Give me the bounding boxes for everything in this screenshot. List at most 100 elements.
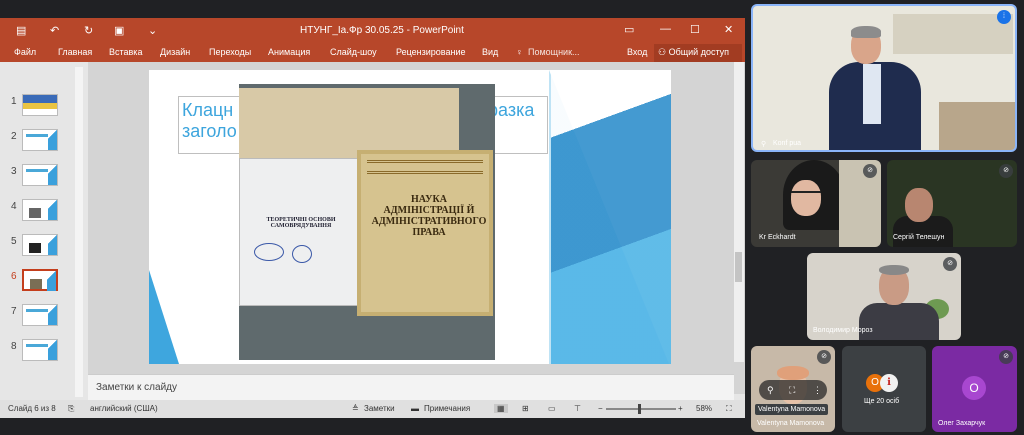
notes-icon: ≜ — [352, 404, 359, 413]
ribbon-display-icon[interactable]: ▭ — [624, 23, 634, 36]
tab-design[interactable]: Дизайн — [160, 47, 190, 57]
zoom-slider[interactable] — [606, 404, 676, 414]
frame-icon[interactable]: ⛶ — [789, 385, 795, 396]
tab-file[interactable]: Файл — [14, 47, 36, 57]
zoom-out-icon[interactable]: − — [598, 404, 603, 413]
stamp — [292, 245, 312, 263]
participant-face — [905, 188, 933, 222]
save-icon[interactable]: ▤ — [16, 24, 26, 37]
main-speaker-tile[interactable]: ⁞ ⚲ Konf pua — [751, 4, 1017, 152]
participant-tile-zakharchuk[interactable]: О ⊘ Олег Захарчук — [932, 346, 1017, 432]
thumbnail-image — [22, 164, 58, 186]
notes-pane[interactable]: Заметки к слайду — [88, 374, 734, 400]
title-bar: ▤ ↶ ↻ ▣ ⌄ НТУНГ_Іа.Фр 30.05.25 - PowerPo… — [0, 18, 745, 44]
spellcheck-icon[interactable]: ⎘ — [68, 404, 74, 414]
more-options-icon[interactable]: ⋮ — [813, 385, 822, 396]
screen: ▤ ↶ ↻ ▣ ⌄ НТУНГ_Іа.Фр 30.05.25 - PowerPo… — [0, 0, 1024, 435]
thumbnail-slide-6[interactable]: 6 — [0, 269, 86, 299]
participant-hair — [879, 265, 909, 275]
glasses — [791, 191, 821, 197]
tab-insert[interactable]: Вставка — [109, 47, 142, 57]
speaker-video — [829, 26, 921, 150]
brown-book: НАУКА АДМІНІСТРАЦІЇ Й АДМІНІСТРАТИВНОГО … — [357, 150, 493, 316]
name-tooltip: Valentyna Mamonova — [755, 404, 829, 415]
participant-name: Valentyna Mamonova — [757, 420, 825, 427]
ornament — [367, 160, 483, 174]
maximize-icon[interactable]: ☐ — [690, 23, 700, 36]
redo-icon[interactable]: ↻ — [84, 24, 93, 37]
share-label: Общий доступ — [668, 47, 730, 57]
thumbnail-image — [22, 234, 58, 256]
zoom-slider-knob[interactable] — [638, 404, 641, 414]
name-part: Kr — [759, 234, 766, 241]
tab-home[interactable]: Главная — [58, 47, 92, 57]
books-photo[interactable]: ТЕОРЕТИЧНІ ОСНОВИ САМОВРЯДУВАННЯ НАУКА А… — [239, 84, 495, 360]
fit-slide-icon[interactable]: ⛶ — [726, 404, 732, 414]
thumbnail-image — [22, 304, 58, 326]
reading-view-icon[interactable]: ▭ — [548, 404, 556, 413]
slide-scrollbar[interactable] — [734, 62, 744, 362]
thumbnail-slide-7[interactable]: 7 — [0, 304, 86, 334]
participant-tile-moroz[interactable]: ⊘ Володимир Мороз — [807, 253, 961, 340]
window-title: НТУНГ_Іа.Фр 30.05.25 - PowerPoint — [300, 25, 464, 36]
thumbnail-number: 7 — [11, 306, 17, 317]
tell-me-search[interactable]: Помощник... — [528, 47, 580, 57]
thumbnail-image — [22, 269, 58, 291]
tab-animations[interactable]: Анимация — [268, 47, 310, 57]
tab-transitions[interactable]: Переходы — [209, 47, 251, 57]
thumbnail-slide-2[interactable]: 2 — [0, 129, 86, 159]
white-book: ТЕОРЕТИЧНІ ОСНОВИ САМОВРЯДУВАННЯ — [239, 158, 361, 306]
thumbnail-slide-1[interactable]: 1 — [0, 94, 86, 124]
minimize-icon[interactable]: — — [660, 23, 671, 35]
tab-review[interactable]: Рецензирование — [396, 47, 466, 57]
brown-book-title: НАУКА АДМІНІСТРАЦІЇ Й АДМІНІСТРАТИВНОГО … — [371, 194, 487, 238]
pin-icon[interactable]: ⚲ — [767, 385, 774, 396]
pin-icon: ⚲ — [761, 141, 767, 148]
comments-icon: ▬ — [411, 404, 419, 413]
ribbon-tabs: Файл Главная Вставка Дизайн Переходы Ани… — [0, 44, 745, 62]
thumbnail-slide-8[interactable]: 8 — [0, 339, 86, 369]
language-indicator[interactable]: английский (США) — [90, 404, 158, 413]
participant-tile-mamonova[interactable]: ⊘ ⚲ ⛶ ⋮ Valentyna Mamonova Valentyna Mam… — [751, 346, 835, 432]
participant-video — [859, 303, 939, 340]
podium — [939, 102, 1015, 150]
slideshow-start-icon[interactable]: ▣ — [114, 24, 124, 37]
title-line-1: Клацн — [182, 100, 234, 120]
stamp — [254, 243, 284, 261]
slide-sorter-icon[interactable]: ⊞ — [522, 404, 529, 413]
thumbnail-slide-4[interactable]: 4 — [0, 199, 86, 229]
thumbnails-scrollbar[interactable] — [75, 67, 83, 397]
undo-icon[interactable]: ↶ — [50, 24, 59, 37]
close-icon[interactable]: ✕ — [724, 23, 733, 36]
thumbnail-number: 1 — [11, 96, 17, 107]
more-participants-tile[interactable]: О ℹ Ще 20 осіб — [842, 346, 926, 432]
mic-off-icon: ⊘ — [863, 164, 877, 178]
customize-toolbar-icon[interactable]: ⌄ — [148, 24, 157, 37]
zoom-in-icon[interactable]: + — [678, 404, 683, 413]
share-button[interactable]: ⚇ Общий доступ — [654, 44, 742, 62]
participant-tile-eckhardt[interactable]: ⊘ Kr Eckhardt — [751, 160, 881, 247]
slide-canvas[interactable]: Клацн разка заголо ТЕОРЕТИЧНІ ОСНОВИ САМ… — [149, 70, 671, 364]
participant-video — [791, 180, 821, 216]
scrollbar-thumb[interactable] — [735, 252, 742, 282]
audio-indicator-icon: ⁞ — [997, 10, 1011, 24]
comments-button[interactable]: Примечания — [424, 404, 470, 413]
slideshow-view-icon[interactable]: ⊤ — [574, 404, 581, 413]
participant-tile-teleshun[interactable]: ⊘ Сергій Телешун — [887, 160, 1017, 247]
tab-slideshow[interactable]: Слайд-шоу — [330, 47, 377, 57]
mic-off-icon: ⊘ — [999, 350, 1013, 364]
zoom-level[interactable]: 58% — [696, 404, 712, 413]
thumbnail-slide-5[interactable]: 5 — [0, 234, 86, 264]
thumbnail-slide-3[interactable]: 3 — [0, 164, 86, 194]
name-part: Eckhardt — [767, 234, 796, 241]
tab-view[interactable]: Вид — [482, 47, 498, 57]
thumbnail-number: 4 — [11, 201, 17, 212]
sign-in-link[interactable]: Вход — [627, 47, 647, 57]
thumbnail-number: 2 — [11, 131, 17, 142]
person-icon: ⚇ — [658, 47, 669, 57]
title-line-2: заголо — [182, 121, 237, 141]
notes-button[interactable]: Заметки — [364, 404, 395, 413]
participant-name: Олег Захарчук — [938, 420, 986, 427]
normal-view-icon[interactable]: ▦ — [494, 404, 508, 413]
tile-controls: ⚲ ⛶ ⋮ — [759, 380, 827, 400]
